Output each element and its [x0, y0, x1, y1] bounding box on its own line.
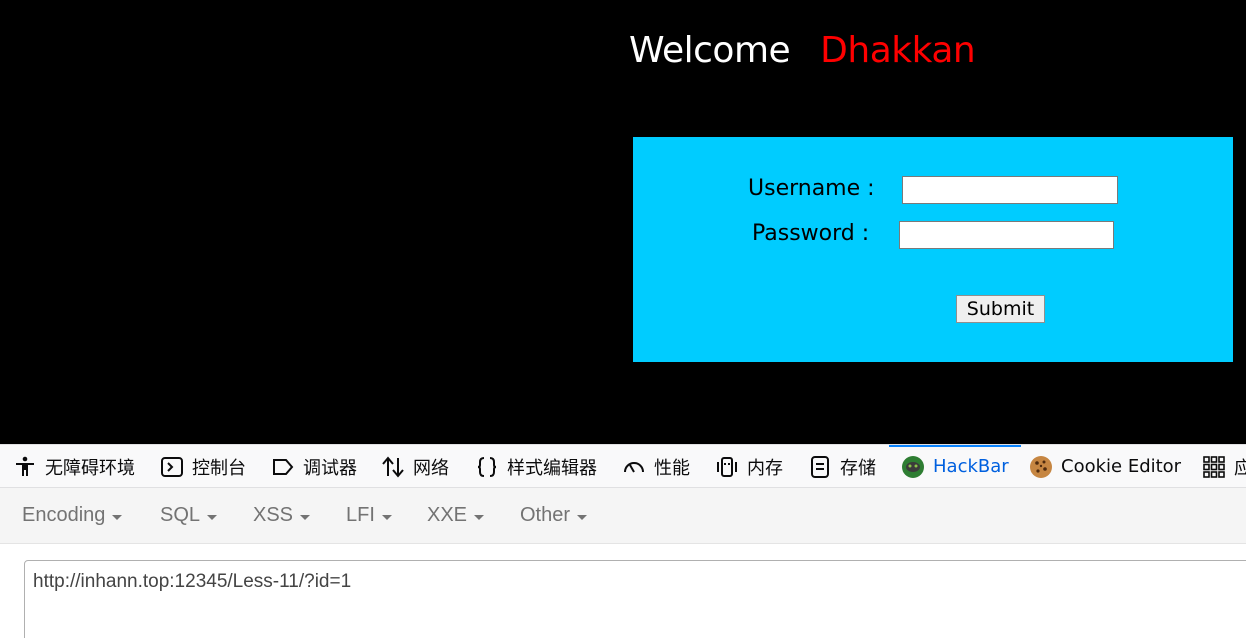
caret-down-icon [300, 514, 311, 520]
application-icon [1203, 455, 1225, 478]
menu-label: XSS [253, 504, 294, 526]
tab-label: 网络 [413, 457, 449, 479]
tab-label: 调试器 [303, 457, 357, 479]
caret-down-icon [207, 514, 218, 520]
memory-icon [717, 456, 737, 477]
submit-button[interactable]: Submit [956, 295, 1045, 323]
encoding-menu[interactable]: Encoding [22, 488, 123, 543]
welcome-username: Dhakkan [820, 30, 976, 71]
tab-accessibility[interactable]: 无障碍环境 [13, 445, 135, 487]
tab-label: Cookie Editor [1061, 456, 1182, 477]
xss-menu[interactable]: XSS [253, 488, 311, 543]
password-field[interactable] [899, 221, 1114, 249]
lfi-menu[interactable]: LFI [346, 488, 392, 543]
other-menu[interactable]: Other [520, 488, 588, 543]
caret-down-icon [112, 514, 123, 520]
accessibility-icon [16, 456, 34, 476]
tab-hackbar[interactable]: HackBar [889, 445, 1021, 487]
tab-label: 性能 [654, 457, 690, 479]
caret-down-icon [474, 514, 485, 520]
username-label: Username : [748, 176, 875, 201]
tab-application[interactable]: 应 [1202, 445, 1246, 487]
devtools-tab-bar: 无障碍环境 控制台 调试器 网络 样式编辑器 性能 内存 存储 HackBar … [0, 444, 1246, 488]
screen: Welcome Dhakkan Username : Password : Sub… [0, 0, 1246, 638]
menu-label: Encoding [22, 504, 106, 526]
welcome-heading: Welcome Dhakkan [629, 30, 976, 71]
caret-down-icon [577, 514, 588, 520]
tab-label: HackBar [933, 456, 1009, 477]
username-field[interactable] [902, 176, 1118, 204]
tab-label: 样式编辑器 [507, 457, 597, 479]
password-label: Password : [752, 221, 870, 246]
tab-performance[interactable]: 性能 [622, 445, 690, 487]
tab-network[interactable]: 网络 [381, 445, 449, 487]
tab-label: 控制台 [192, 457, 246, 479]
menu-label: Other [520, 504, 571, 526]
tab-console[interactable]: 控制台 [160, 445, 246, 487]
cookie-icon [1030, 455, 1052, 478]
tab-label: 无障碍环境 [45, 457, 135, 479]
tab-memory[interactable]: 内存 [715, 445, 783, 487]
menu-label: SQL [160, 504, 201, 526]
login-form: Username : Password : Submit [633, 137, 1233, 362]
hackbar-toolbar: Encoding SQL XSS LFI XXE Other [0, 488, 1246, 544]
tab-cookie-editor[interactable]: Cookie Editor [1029, 445, 1182, 487]
performance-icon [624, 461, 644, 472]
caret-down-icon [381, 514, 392, 520]
web-page: Welcome Dhakkan Username : Password : Sub… [0, 0, 1246, 444]
tab-label: 应 [1234, 454, 1246, 480]
storage-icon [811, 455, 829, 478]
tab-debugger[interactable]: 调试器 [271, 445, 357, 487]
devtools-panel: 无障碍环境 控制台 调试器 网络 样式编辑器 性能 内存 存储 HackBar … [0, 444, 1246, 638]
menu-label: XXE [427, 504, 468, 526]
url-input[interactable]: http://inhann.top:12345/Less-11/?id=1 [24, 560, 1246, 638]
tab-style-editor[interactable]: 样式编辑器 [475, 445, 597, 487]
welcome-text: Welcome [629, 30, 791, 71]
tab-storage[interactable]: 存储 [808, 445, 876, 487]
console-icon [161, 456, 183, 477]
debugger-icon [273, 458, 294, 475]
menu-label: LFI [346, 504, 375, 526]
tab-label: 内存 [747, 457, 783, 479]
tab-label: 存储 [840, 457, 876, 479]
style-editor-icon [477, 456, 497, 477]
hackbar-icon [902, 455, 924, 478]
network-icon [382, 455, 404, 478]
xxe-menu[interactable]: XXE [427, 488, 485, 543]
sql-menu[interactable]: SQL [160, 488, 218, 543]
